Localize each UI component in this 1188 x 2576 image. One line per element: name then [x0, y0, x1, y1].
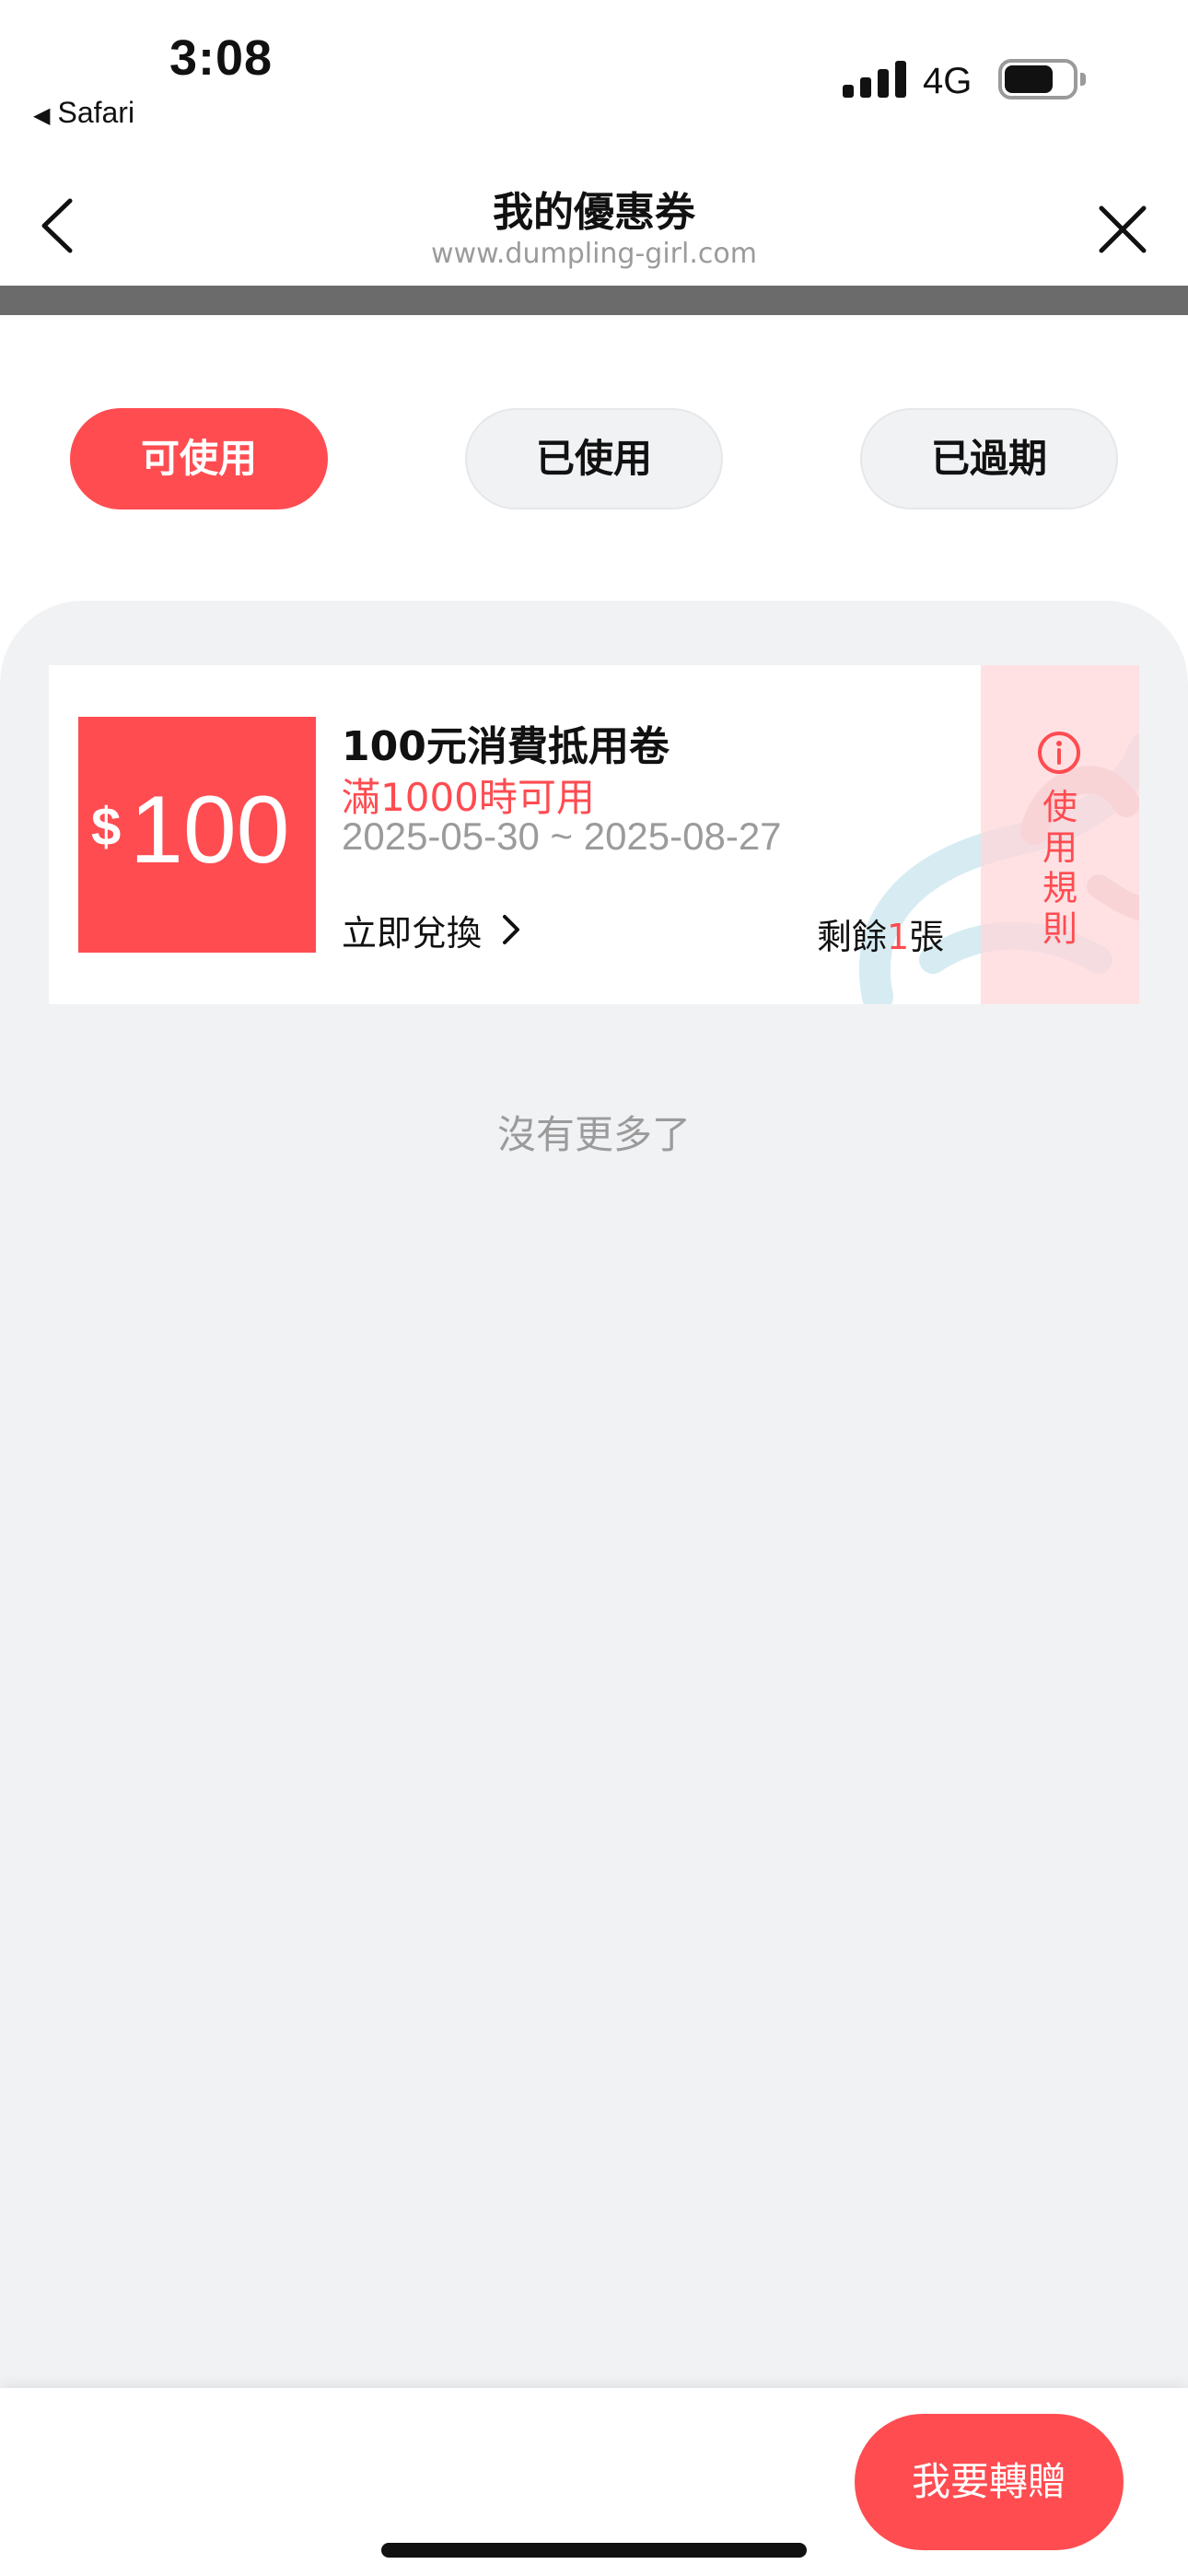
coupon-card: $ 100 100元消費抵用卷 滿1000時可用 2025-05-30 ~ 20…	[49, 665, 1139, 1004]
tab-used[interactable]: 已使用	[465, 408, 723, 509]
coupon-amount-box: $ 100	[78, 717, 316, 953]
redeem-now-button[interactable]: 立即兌換	[342, 907, 522, 954]
signal-icon	[843, 61, 907, 98]
tab-available[interactable]: 可使用	[70, 408, 328, 509]
nav-header: 我的優惠券 www.dumpling-girl.com	[0, 147, 1188, 286]
back-triangle-icon: ◀	[33, 103, 51, 128]
status-bar: 3:08 ◀ Safari 4G	[0, 0, 1188, 147]
chevron-right-icon	[503, 915, 520, 944]
page-url: www.dumpling-girl.com	[431, 238, 757, 270]
usage-rules-button[interactable]: 使用規則	[981, 665, 1139, 1004]
coupon-page: 3:08 ◀ Safari 4G 我的優惠券 www.dumpling-girl.…	[0, 0, 1188, 2576]
status-time: 3:08	[169, 30, 274, 86]
remain-count: 1	[887, 917, 910, 957]
remain-suffix: 張	[909, 917, 945, 957]
coupon-date-range: 2025-05-30 ~ 2025-08-27	[342, 814, 782, 858]
coupon-remaining: 剩餘1張	[817, 908, 944, 959]
tab-expired[interactable]: 已過期	[860, 408, 1118, 509]
remain-prefix: 剩餘	[817, 917, 888, 957]
usage-rules-label: 使用規則	[1042, 787, 1077, 949]
info-icon	[1038, 732, 1080, 774]
coupon-currency: $	[91, 797, 122, 857]
battery-icon	[998, 59, 1086, 100]
network-type: 4G	[923, 61, 973, 101]
coupon-amount: 100	[130, 777, 290, 884]
back-to-app-link[interactable]: ◀ Safari	[33, 96, 134, 130]
transfer-button[interactable]: 我要轉贈	[855, 2414, 1124, 2550]
redeem-label: 立即兌換	[342, 912, 483, 954]
close-icon[interactable]	[1092, 199, 1153, 260]
home-indicator	[381, 2543, 807, 2558]
page-title: 我的優惠券	[493, 189, 695, 236]
coupon-title: 100元消費抵用卷	[342, 723, 670, 770]
back-app-label: Safari	[57, 96, 135, 129]
page-load-divider	[0, 286, 1188, 315]
list-end-text: 沒有更多了	[496, 1112, 691, 1157]
